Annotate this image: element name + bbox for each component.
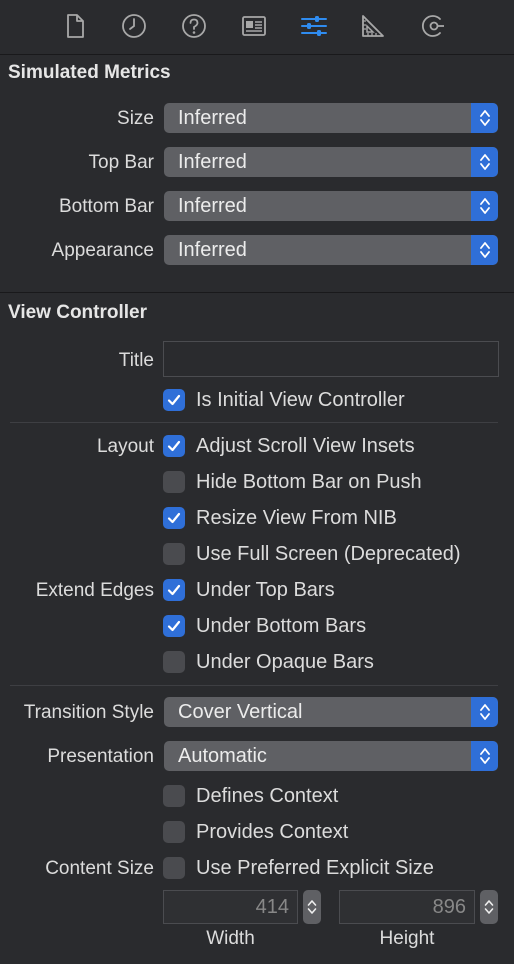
provides-context-checkbox[interactable]	[163, 821, 185, 843]
under-bottom-bars-checkbox[interactable]	[163, 615, 185, 637]
identity-card-icon	[242, 16, 266, 36]
content-size-label: Content Size	[45, 858, 154, 879]
defines-context-label: Defines Context	[196, 785, 339, 807]
connections-inspector-tab[interactable]	[417, 10, 449, 42]
checkmark-icon	[167, 440, 181, 452]
resize-from-nib-checkbox[interactable]	[163, 507, 185, 529]
layout-label: Layout	[96, 436, 154, 457]
checkmark-icon	[167, 394, 181, 406]
simulated-metrics-heading: Simulated Metrics	[8, 62, 171, 83]
checkmark-icon	[167, 584, 181, 596]
updown-chevron-icon	[471, 235, 498, 265]
is-initial-label: Is Initial View Controller	[196, 389, 405, 411]
under-opaque-bars-checkbox[interactable]	[163, 651, 185, 673]
under-top-bars-label: Under Top Bars	[196, 579, 335, 601]
transition-style-value: Cover Vertical	[178, 700, 303, 723]
help-icon	[182, 14, 206, 38]
full-screen-checkbox[interactable]	[163, 543, 185, 565]
updown-chevron-icon	[471, 741, 498, 771]
presentation-popup[interactable]: Automatic	[164, 741, 498, 771]
stepper-arrows-icon	[307, 900, 317, 914]
presentation-label: Presentation	[47, 746, 154, 767]
provides-context-label: Provides Context	[196, 821, 349, 843]
under-top-bars-checkbox[interactable]	[163, 579, 185, 601]
defines-context-checkbox[interactable]	[163, 785, 185, 807]
top-bar-value: Inferred	[178, 150, 247, 173]
section-divider	[0, 292, 514, 293]
history-inspector-tab[interactable]	[118, 10, 150, 42]
history-clock-icon	[122, 14, 146, 38]
file-inspector-tab[interactable]	[59, 10, 91, 42]
size-inspector-tab[interactable]	[357, 10, 389, 42]
transition-style-label: Transition Style	[23, 702, 154, 723]
width-label: Width	[206, 928, 255, 949]
hide-bottom-bar-checkbox[interactable]	[163, 471, 185, 493]
height-label: Height	[379, 928, 435, 949]
under-bottom-bars-label: Under Bottom Bars	[196, 615, 367, 637]
bottom-bar-popup[interactable]: Inferred	[164, 191, 498, 221]
size-popup[interactable]: Inferred	[164, 103, 498, 133]
adjust-scroll-label: Adjust Scroll View Insets	[196, 435, 415, 457]
bottom-bar-label: Bottom Bar	[58, 196, 154, 217]
top-bar-popup[interactable]: Inferred	[164, 147, 498, 177]
resize-from-nib-label: Resize View From NIB	[196, 507, 397, 529]
width-field[interactable]: 414	[163, 890, 298, 924]
transition-style-popup[interactable]: Cover Vertical	[164, 697, 498, 727]
inspector-tab-bar	[0, 0, 514, 55]
stepper-arrows-icon	[484, 900, 494, 914]
size-ruler-icon	[362, 15, 384, 37]
adjust-scroll-checkbox[interactable]	[163, 435, 185, 457]
height-stepper[interactable]	[480, 890, 498, 924]
updown-chevron-icon	[471, 103, 498, 133]
updown-chevron-icon	[471, 191, 498, 221]
checkmark-icon	[167, 512, 181, 524]
preferred-size-checkbox[interactable]	[163, 857, 185, 879]
attributes-inspector-tab[interactable]	[298, 10, 330, 42]
identity-inspector-tab[interactable]	[238, 10, 270, 42]
size-label: Size	[117, 108, 154, 129]
appearance-value: Inferred	[178, 238, 247, 261]
is-initial-checkbox[interactable]	[163, 389, 185, 411]
top-bar-label: Top Bar	[88, 152, 154, 173]
help-inspector-tab[interactable]	[178, 10, 210, 42]
updown-chevron-icon	[471, 147, 498, 177]
title-label: Title	[118, 350, 154, 371]
hide-bottom-bar-label: Hide Bottom Bar on Push	[196, 471, 422, 493]
preferred-size-label: Use Preferred Explicit Size	[196, 857, 434, 879]
attributes-sliders-icon	[301, 16, 327, 36]
full-screen-label: Use Full Screen (Deprecated)	[196, 543, 461, 565]
under-opaque-bars-label: Under Opaque Bars	[196, 651, 374, 673]
appearance-popup[interactable]: Inferred	[164, 235, 498, 265]
divider	[10, 422, 498, 423]
checkmark-icon	[167, 620, 181, 632]
file-icon	[67, 14, 84, 38]
height-field[interactable]: 896	[339, 890, 475, 924]
title-field[interactable]	[163, 341, 499, 377]
extend-edges-label: Extend Edges	[35, 580, 154, 601]
bottom-bar-value: Inferred	[178, 194, 247, 217]
updown-chevron-icon	[471, 697, 498, 727]
appearance-label: Appearance	[51, 240, 154, 261]
view-controller-heading: View Controller	[8, 302, 148, 323]
presentation-value: Automatic	[178, 744, 267, 767]
width-stepper[interactable]	[303, 890, 321, 924]
divider	[10, 685, 498, 686]
size-value: Inferred	[178, 106, 247, 129]
connections-icon	[421, 15, 444, 37]
